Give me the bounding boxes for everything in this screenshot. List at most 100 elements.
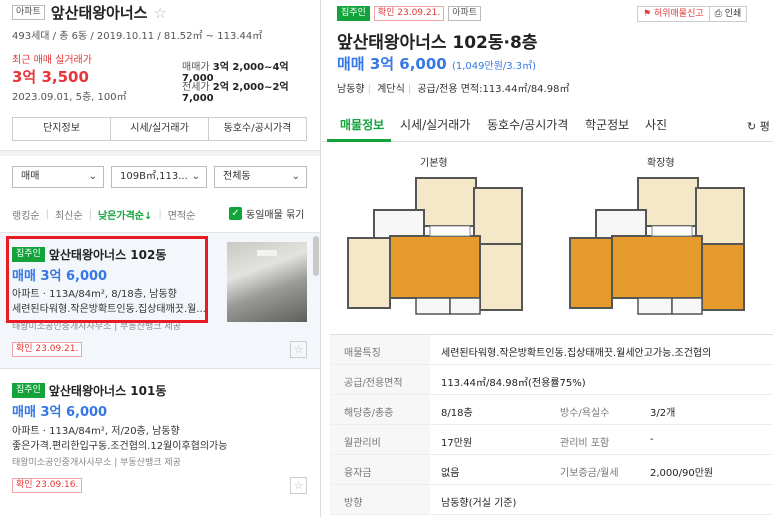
row-value: 113.44㎡/84.98㎡(전용률75%) (441, 378, 586, 389)
floorplan-extended[interactable] (568, 170, 750, 322)
trade-type-select[interactable]: 매매 ⌄ (12, 166, 104, 188)
sort-low-price[interactable]: 낮은가격순↓ (98, 207, 158, 222)
chevron-down-icon: ⌄ (291, 171, 300, 182)
tab-market-price[interactable]: 시세/실거래가 (400, 116, 470, 133)
listing-name: 앞산태왕아너스 101동 (48, 384, 167, 398)
same-listing-label: 동일매물 묶기 (246, 210, 305, 221)
row-label: 해당층/총층 (344, 408, 394, 419)
unit-toggle[interactable]: ↻ 평 (747, 118, 770, 134)
floorplan-basic-label: 기본형 (420, 158, 448, 169)
table-row: 공급/전용면적 113.44㎡/84.98㎡(전용률75%) (330, 365, 773, 395)
report-button[interactable]: ⚑ 허위매물신고 (638, 7, 710, 21)
star-icon[interactable]: ☆ (290, 477, 307, 494)
recent-date: 2023.09.01, 5층, 100㎡ (12, 92, 127, 103)
row-label-2: 기보증금/월세 (560, 468, 619, 479)
row-value: 남동향(거실 기준) (441, 498, 517, 509)
tab-photos[interactable]: 사진 (645, 116, 667, 133)
row-label-2: 방수/욕실수 (560, 408, 610, 419)
price-per-area: (1,049만원/3.3㎡) (451, 61, 537, 72)
trade-type-value: 매매 (21, 171, 40, 182)
sort-area[interactable]: 면적순 (168, 207, 202, 222)
listing-title-row: 집주인 앞산태왕아너스 101동 (12, 382, 166, 399)
detail-actions: ⚑ 허위매물신고 ⎙ 인쇄 (637, 6, 748, 22)
highlight-box (6, 236, 208, 323)
area-value: 109B㎡,113... (120, 171, 188, 182)
row-value: 없음 (441, 468, 460, 479)
star-icon[interactable]: ☆ (153, 4, 166, 22)
tab-unit-price[interactable]: 동호수/공시가격 (487, 116, 568, 133)
scrollbar-thumb[interactable] (313, 236, 319, 276)
print-label: 인쇄 (724, 9, 742, 19)
row-value: 8/18층 (441, 408, 473, 419)
floorplan-extended-label: 확장형 (647, 158, 675, 169)
sort-latest[interactable]: 최신순 (55, 207, 89, 222)
listing-description: 좋은가격.편리한입구동.조건협의.12월이후협의가능 (12, 441, 228, 452)
print-icon: ⎙ (714, 9, 722, 19)
report-label: 허위매물신고 (653, 9, 704, 19)
row-value-2: - (650, 434, 654, 445)
area-select[interactable]: 109B㎡,113... ⌄ (111, 166, 207, 188)
table-row: 해당층/총층 8/18층 방수/욕실수 3/2개 (330, 395, 773, 425)
row-label: 공급/전용면적 (344, 378, 403, 389)
owner-tag: 집주인 (337, 6, 370, 21)
detail-tabs: 매물정보 시세/실거래가 동호수/공시가격 학군정보 사진 ↻ 평 (322, 106, 773, 142)
row-label: 매물특징 (344, 348, 381, 359)
meta-separator: | (407, 84, 412, 95)
sort-separator: | (88, 209, 92, 220)
sort-separator: | (158, 209, 162, 220)
table-row: 월관리비 17만원 관리비 포함 - (330, 425, 773, 455)
filter-bar: 매매 ⌄ 109B㎡,113... ⌄ 전체동 ⌄ (12, 166, 307, 188)
table-row: 방향 남동향(거실 기준) (330, 485, 773, 515)
tab-school[interactable]: 학군정보 (585, 116, 629, 133)
recent-price: 3억 3,500 (12, 68, 89, 86)
siren-icon: ⚑ (643, 9, 652, 19)
row-label: 융자금 (344, 468, 372, 479)
confirm-badge: 확인 23.09.21. (12, 341, 83, 357)
same-listing-toggle[interactable]: ✓ 동일매물 묶기 (229, 206, 304, 221)
direction: 남동향 (337, 84, 365, 95)
active-tab-indicator (327, 139, 391, 142)
detail-price: 매매 3억 6,000 (1,049만원/3.3㎡) (337, 53, 536, 74)
floorplan-basic[interactable] (346, 170, 528, 322)
tab-complex-info[interactable]: 단지정보 (13, 118, 111, 140)
building-value: 전체동 (223, 171, 251, 182)
building-select[interactable]: 전체동 ⌄ (214, 166, 307, 188)
type-tag: 아파트 (12, 5, 45, 20)
owner-tag: 집주인 (12, 383, 45, 398)
tab-listing-info[interactable]: 매물정보 (340, 116, 384, 133)
tab-market-price[interactable]: 시세/실거래가 (111, 118, 209, 140)
sort-bar: 랭킹순 | 최신순 | 낮은가격순↓ | 면적순 (12, 207, 201, 222)
detail-title: 앞산태왕아너스 102동·8층 (337, 33, 538, 53)
sale-label: 매매가 (182, 62, 210, 73)
table-row: 융자금 없음 기보증금/월세 2,000/90만원 (330, 455, 773, 485)
listing-panel: 아파트 앞산태왕아너스 ☆ 493세대 / 총 6동 / 2019.10.11 … (0, 0, 321, 517)
listing-spec: 아파트 · 113A/84m², 저/20층, 남동향 (12, 426, 180, 437)
print-button[interactable]: ⎙ 인쇄 (710, 7, 747, 21)
complex-meta: 493세대 / 총 6동 / 2019.10.11 / 81.52㎡ ~ 113… (12, 31, 263, 42)
listing-photo[interactable] (227, 242, 307, 322)
row-value: 세련된타워형.작은방확트인동.집상태깨끗.월세안고가능.조건협의 (441, 348, 712, 359)
recent-price-label: 최근 매매 실거래가 (12, 55, 92, 66)
meta-separator: | (367, 84, 371, 95)
sort-ranking[interactable]: 랭킹순 (12, 207, 46, 222)
listing-card[interactable]: 집주인 앞산태왕아너스 101동 매매 3억 6,000 아파트 · 113A/… (0, 368, 320, 517)
chevron-down-icon: ⌄ (191, 171, 200, 182)
confirm-badge: 확인 23.09.16. (12, 477, 83, 493)
sort-separator: | (45, 209, 49, 220)
checkbox-checked-icon[interactable]: ✓ (229, 207, 242, 220)
listing-agent: 태왕미소공인중개사사무소 | 부동산뱅크 제공 (12, 458, 181, 468)
listing-detail-table: 매물특징 세련된타워형.작은방확트인동.집상태깨끗.월세안고가능.조건협의 공급/… (330, 334, 773, 515)
detail-price-value: 매매 3억 6,000 (337, 55, 447, 73)
tab-unit-price[interactable]: 동호수/공시가격 (209, 118, 306, 140)
detail-tags: 집주인 확인 23.09.21. 아파트 (337, 6, 482, 21)
row-value-2: 2,000/90만원 (650, 468, 714, 479)
area-info: 공급/전용 면적:113.44㎡/84.98㎡ (417, 84, 570, 95)
stair-type: 계단식 (377, 84, 405, 95)
refresh-icon: ↻ (747, 120, 757, 133)
unit-label: 평 (759, 120, 770, 133)
confirm-date: 확인 23.09.16. (12, 478, 83, 493)
star-icon[interactable]: ☆ (290, 341, 307, 358)
detail-panel: 집주인 확인 23.09.21. 아파트 ⚑ 허위매물신고 ⎙ 인쇄 앞산태왕아… (322, 0, 773, 517)
row-label: 월관리비 (344, 438, 381, 449)
table-row: 매물특징 세련된타워형.작은방확트인동.집상태깨끗.월세안고가능.조건협의 (330, 335, 773, 365)
